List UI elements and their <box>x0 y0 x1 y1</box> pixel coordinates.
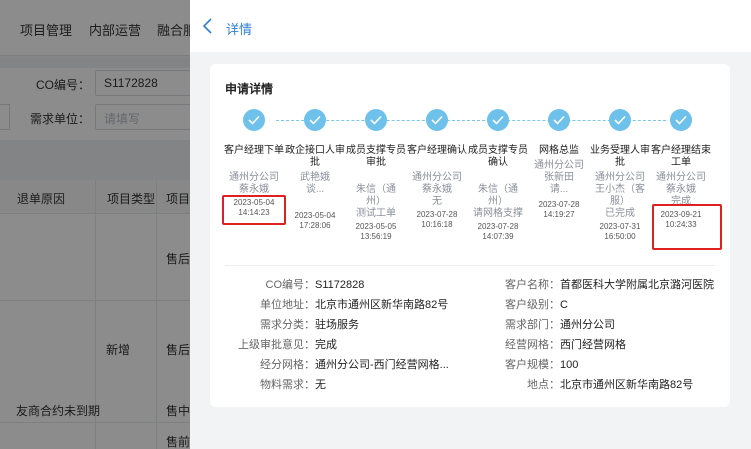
info-label: 单位地址： <box>260 299 315 311</box>
check-icon <box>365 109 387 131</box>
step-meta: 通州分公司 <box>534 160 584 171</box>
info-label: 地点： <box>527 379 560 391</box>
step-meta: 通州分公司 <box>229 172 279 183</box>
step-name: 成员支撑专员确认 <box>468 145 528 168</box>
check-icon <box>548 109 570 131</box>
info-label: 客户名称： <box>505 279 560 291</box>
info-value: 完成 <box>315 339 337 351</box>
info-value: 北京市通州区新华南路82号 <box>560 379 694 391</box>
check-icon <box>670 109 692 131</box>
check-icon <box>243 109 265 131</box>
detail-drawer: 详情 申请详情 客户经理下单 通州分公司 蔡永娥 2023-05-04 14:1… <box>190 0 751 449</box>
info-value: 通州分公司-西门经营网格... <box>315 359 449 371</box>
step-meta: 已完成 <box>605 208 635 219</box>
check-icon <box>426 109 448 131</box>
info-value: 北京市通州区新华南路82号 <box>315 299 449 311</box>
section-divider <box>225 265 715 266</box>
step-name: 客户经理确认 <box>407 145 467 156</box>
info-label: 需求部门： <box>505 319 560 331</box>
step-name: 政企接口人审批 <box>285 145 345 168</box>
info-value: 100 <box>560 359 579 371</box>
step-meta: 请... <box>549 184 569 195</box>
step-time: 2023-07-28 <box>416 210 458 219</box>
step-meta: 州） <box>366 196 386 207</box>
step-meta: 武艳娥 <box>300 172 330 183</box>
info-label: 经营网格： <box>505 339 560 351</box>
step-meta: 请网格支撑 <box>473 208 523 219</box>
step-meta: 服） <box>610 196 630 207</box>
info-label: 经分网格： <box>260 359 315 371</box>
step-meta: 州） <box>488 196 508 207</box>
step-meta: 通州分公司 <box>412 172 462 183</box>
info-label: CO编号： <box>265 279 316 291</box>
info-value: 驻场服务 <box>315 319 359 331</box>
step-meta: 通州分公司 <box>595 172 645 183</box>
step-meta: 蔡永娥 <box>422 184 452 195</box>
info-label: 客户规模： <box>505 359 560 371</box>
chevron-left-icon[interactable] <box>200 17 216 35</box>
step-meta: 朱信（通 <box>478 184 518 195</box>
info-value: C <box>560 299 568 311</box>
step-time: 13:56:19 <box>360 232 392 241</box>
info-label: 客户级别： <box>505 299 560 311</box>
step-meta: 蔡永娥 <box>666 184 696 195</box>
step-meta: 通州分公司 <box>656 172 706 183</box>
check-icon <box>304 109 326 131</box>
info-value: 西门经营网格 <box>560 339 626 351</box>
highlight-box-start <box>222 195 286 225</box>
info-label: 物料需求： <box>260 379 315 391</box>
info-value: 无 <box>315 379 326 391</box>
info-value: 首都医科大学附属北京潞河医院 <box>560 279 714 291</box>
step-meta: 张新田 <box>544 172 574 183</box>
step-meta: 测试工单 <box>356 208 396 219</box>
step-time: 14:07:39 <box>482 232 514 241</box>
step-name: 客户经理结束工单 <box>651 145 711 168</box>
info-label: 上级审批意见： <box>238 339 315 351</box>
step-name: 业务受理人审批 <box>590 145 650 168</box>
application-detail-card: 申请详情 客户经理下单 通州分公司 蔡永娥 2023-05-04 14:14:2… <box>210 64 730 407</box>
check-icon <box>609 109 631 131</box>
step-time: 10:16:18 <box>421 220 453 229</box>
step-time: 2023-05-04 <box>294 211 336 220</box>
drawer-title: 详情 <box>226 22 253 37</box>
info-label: 需求分类： <box>260 319 315 331</box>
step-time: 2023-07-28 <box>538 200 580 209</box>
step-meta: 王小杰（客 <box>595 184 645 195</box>
highlight-box-end <box>652 204 722 250</box>
step-time: 2023-07-31 <box>599 222 641 231</box>
step-meta: 谈... <box>305 184 325 195</box>
card-title: 申请详情 <box>225 82 274 96</box>
info-value: S1172828 <box>315 279 365 291</box>
info-value: 通州分公司 <box>560 319 615 331</box>
step-meta: 无 <box>432 196 442 207</box>
step-name: 成员支撑专员审批 <box>346 145 406 168</box>
step-name: 网格总监 <box>539 145 579 156</box>
step-time: 17:28:06 <box>299 221 331 230</box>
check-icon <box>487 109 509 131</box>
step-meta: 朱信（通 <box>356 184 396 195</box>
step-time: 16:50:00 <box>604 232 636 241</box>
step-name: 客户经理下单 <box>224 145 284 156</box>
step-time: 2023-07-28 <box>477 222 519 231</box>
steps-connector <box>276 120 666 121</box>
step-time: 2023-05-05 <box>355 222 397 231</box>
approval-steps: 客户经理下单 通州分公司 蔡永娥 2023-05-04 14:14:23 政企接… <box>222 109 722 259</box>
drawer-header: 详情 <box>190 0 751 52</box>
step-time: 14:19:27 <box>543 210 575 219</box>
